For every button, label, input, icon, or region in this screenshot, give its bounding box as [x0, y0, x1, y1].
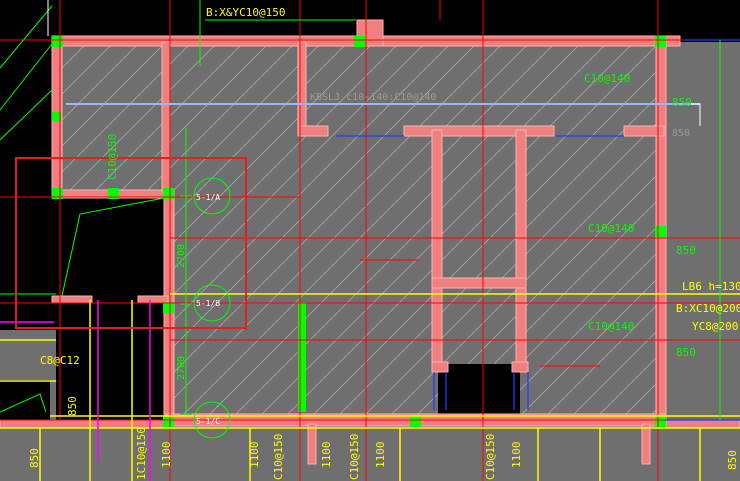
label-beam-yc: YC8@200 — [692, 320, 738, 333]
slab-panel — [520, 132, 660, 422]
label-bottom: 850 — [28, 448, 41, 468]
wall-bottom-right — [665, 419, 740, 429]
slab-panel — [0, 422, 740, 481]
label-bottom: 1100 — [510, 442, 523, 469]
slab-panel — [302, 42, 660, 132]
label-bottom: 1100 — [248, 442, 261, 469]
wall-core-right — [515, 129, 527, 371]
label-bottom: C10@150 — [272, 434, 285, 480]
label-bottom: C10@150 — [484, 434, 497, 480]
label-rebar-right-mid: C10@140 — [588, 222, 634, 235]
label-dim-2700: 2700 — [176, 356, 187, 380]
label-dim-2700: 2700 — [176, 244, 187, 268]
label-axis: 5-1/B — [196, 299, 220, 308]
label-bottom: 1C10@150 — [135, 427, 148, 480]
wall-col2-upper — [297, 41, 307, 131]
label-top-reinforcement: B:X&YC10@150 — [206, 6, 285, 19]
slab-panel — [438, 132, 520, 282]
label-bottom: 850 — [726, 450, 739, 470]
cad-canvas[interactable]: B:X&YC10@150 KBSLJ c10-140:C10@140 C10@1… — [0, 0, 740, 481]
label-bottom: 1100 — [320, 442, 333, 469]
label-bottom: 1100 — [160, 442, 173, 469]
slab-panel — [302, 132, 438, 422]
label-axis: 5-1/C — [196, 417, 220, 426]
wall-mid-beam — [403, 125, 555, 137]
wall-stub-bottom — [307, 423, 317, 465]
label-bottom: 1100 — [374, 442, 387, 469]
wall-core-foot — [431, 361, 449, 373]
label-dim-850-left: 850 — [66, 396, 79, 416]
label-beam-lb6: LB6 h=130 — [682, 280, 740, 293]
wall-core-foot — [511, 361, 529, 373]
label-bottom: C10@150 — [348, 434, 361, 480]
wall-bottom-left — [0, 419, 171, 429]
wall-stub-bottom — [641, 423, 651, 465]
label-dim-850: 850 — [676, 346, 696, 359]
wall-opening-bottom — [51, 295, 93, 304]
label-left-rebar: C10@150 — [106, 134, 119, 180]
label-rebar-top-right: C10@140 — [584, 72, 630, 85]
label-dim-850: 850 — [676, 244, 696, 257]
wall-mid-stub — [297, 125, 329, 137]
label-dim-850: 850 — [672, 128, 690, 139]
label-slab-span: KBSLJ c10-140:C10@140 — [310, 92, 436, 103]
wall-col1-upper — [161, 41, 171, 193]
wall-core-mid — [431, 277, 527, 289]
label-left-bottom-rebar: C8@C12 — [40, 354, 80, 367]
label-axis: 5-1/A — [196, 193, 220, 202]
wall-opening-right — [137, 295, 169, 304]
label-rebar-right-low: C10@140 — [588, 320, 634, 333]
label-dim-850: 850 — [672, 96, 692, 109]
label-beam-bx: B:XC10@200 — [676, 302, 740, 315]
wall-core-left — [431, 129, 443, 371]
